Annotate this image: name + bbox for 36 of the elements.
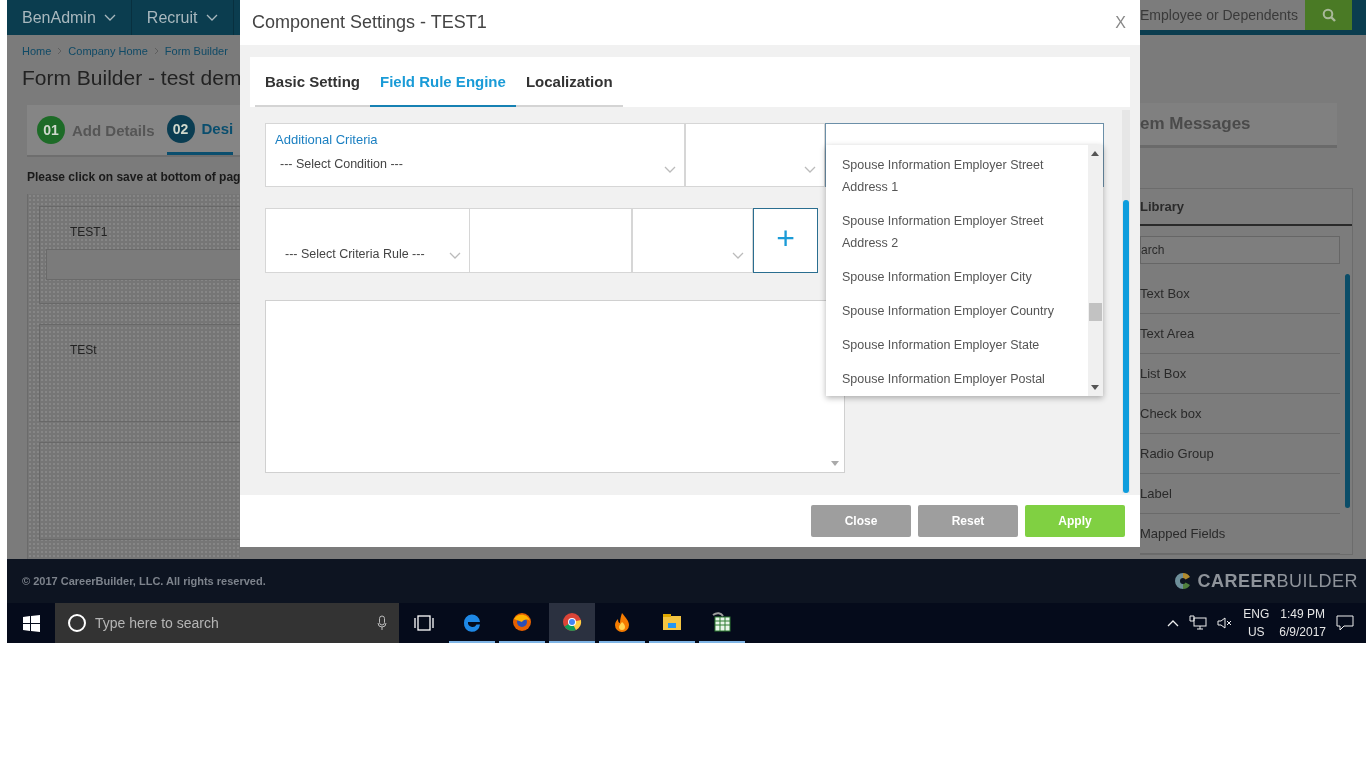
dropdown-option[interactable]: Spouse Information Employer Street Address 1 [826,148,1088,204]
step-tab[interactable]: 02 Desi [166,105,234,155]
logo-text: CAREERBUILDER [1197,570,1358,592]
hint-text: Please click on save at bottom of pag [26,169,240,186]
copyright-text: © 2017 CareerBuilder, LLC. All rights reserved. [22,575,266,587]
nav-menu[interactable]: Recruit [131,0,234,35]
breadcrumb-link[interactable]: Form Builder [164,45,228,57]
search-field[interactable]: Employee or Dependents [1140,0,1305,30]
dismiss-x-button[interactable]: X [1115,13,1126,32]
tab[interactable]: Basic Setting [255,57,371,107]
dropdown-option[interactable]: Spouse Information Employer Street Address 2 [826,204,1088,260]
dropdown-option[interactable]: Spouse Information Employer Country [826,294,1088,328]
criteria-rule-select[interactable]: --- Select Criteria Rule --- [265,208,470,273]
field-label: TESt [69,343,98,357]
add-button[interactable]: + [753,208,818,273]
language-indicator[interactable]: ENG US [1243,605,1270,641]
search-field[interactable]: arch [1140,236,1340,264]
dialog-button[interactable]: Reset [918,505,1018,537]
taskbar-search-field[interactable]: Type here to search [55,603,399,643]
dropdown-option[interactable]: Spouse Information Employer Postal [826,362,1088,396]
condition-select[interactable]: Additional Criteria --- Select Condition --- [265,123,685,187]
dialog-button[interactable]: Close [811,505,911,537]
page-title: Form Builder - test dem [21,65,240,91]
form-field-box[interactable]: TEST1 [39,206,240,304]
breadcrumb-link[interactable]: Home [22,45,52,57]
dropdown-option[interactable]: Spouse Information Employer City [826,260,1088,294]
apply-button[interactable]: Apply [1025,505,1125,537]
dialog-title: Component Settings - TEST1 [252,12,487,33]
tab[interactable]: Localization [515,57,623,107]
clock[interactable]: 1:49 PM 6/9/2017 [1279,605,1326,641]
search-input[interactable]: Type here to search [95,615,369,631]
dropdown-option[interactable]: Spouse Information Employer State [826,328,1088,362]
tab[interactable]: Field Rule Engine [370,57,516,107]
breadcrumb-link[interactable]: Company Home [68,45,148,57]
nav-menu[interactable]: BenAdmin [7,0,132,35]
field-label: TEST1 [69,225,109,239]
